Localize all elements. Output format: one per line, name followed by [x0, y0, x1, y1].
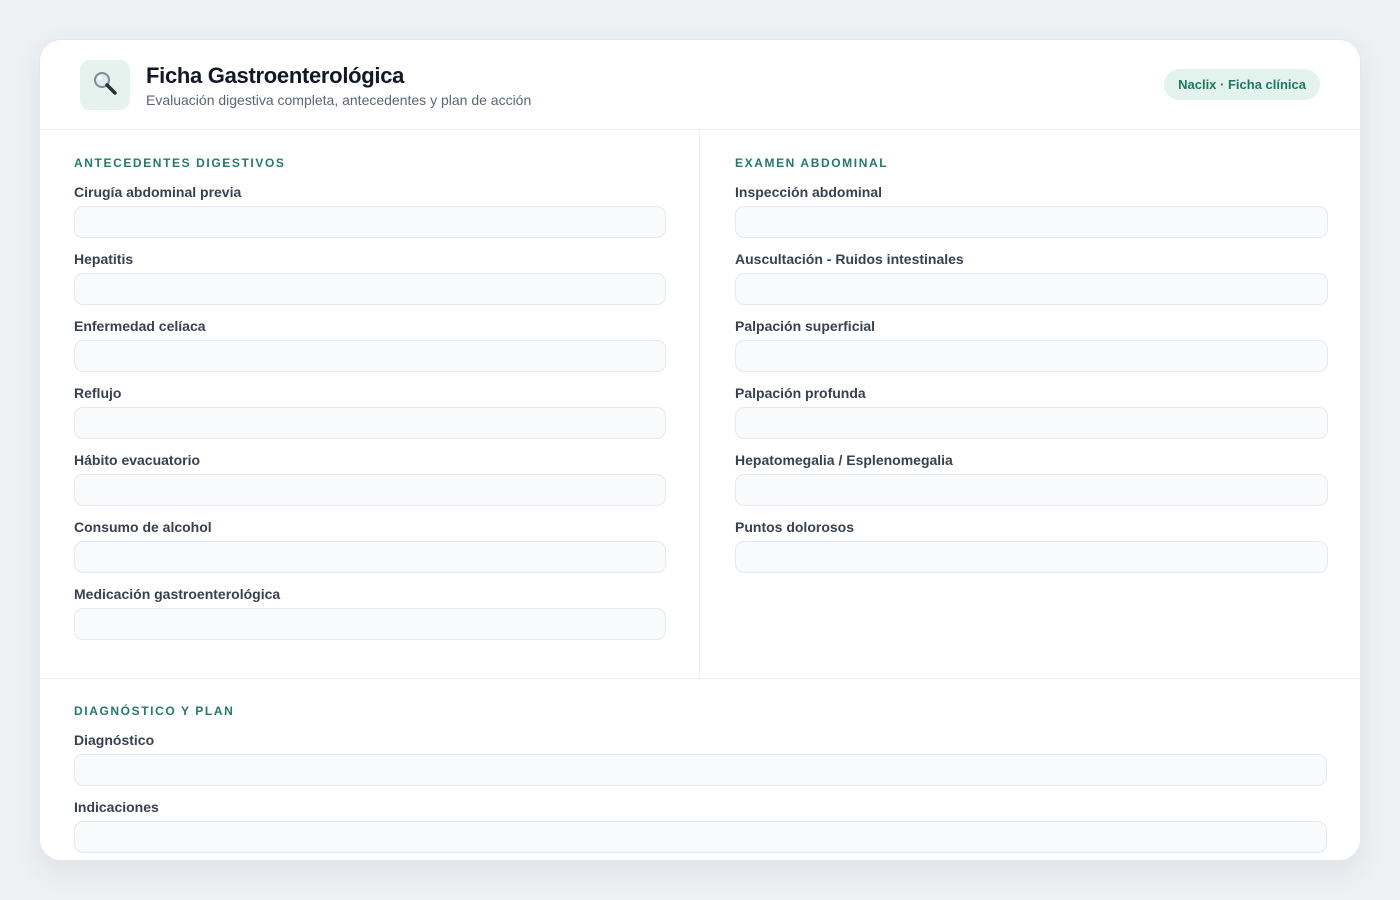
field-puntos-dolorosos: Puntos dolorosos [735, 517, 1328, 573]
section-title: DIAGNÓSTICO Y PLAN [74, 704, 235, 718]
field-label: Hepatitis [74, 251, 134, 267]
cirugia-input[interactable] [74, 206, 666, 238]
field-label: Hepatomegalia / Esplenomegalia [735, 452, 953, 468]
field-alcohol: Consumo de alcohol [74, 517, 666, 573]
field-hepatitis: Hepatitis [74, 249, 666, 305]
field-medicacion: Medicación gastroenterológica [74, 584, 666, 640]
field-auscultacion: Auscultación - Ruidos intestinales [735, 249, 1328, 305]
palpacion-profunda-input[interactable] [735, 407, 1328, 439]
inspeccion-input[interactable] [735, 206, 1328, 238]
field-habito: Hábito evacuatorio [74, 450, 666, 506]
reflujo-input[interactable] [74, 407, 666, 439]
celiaca-input[interactable] [74, 340, 666, 372]
field-label: Enfermedad celíaca [74, 318, 206, 334]
diagnostico-input[interactable] [74, 754, 1327, 786]
section-title: ANTECEDENTES DIGESTIVOS [74, 156, 286, 170]
puntos-dolorosos-input[interactable] [735, 541, 1328, 573]
magnifier-icon [91, 69, 119, 102]
field-indicaciones: Indicaciones [74, 797, 1327, 853]
field-cirugia: Cirugía abdominal previa [74, 182, 666, 238]
field-palpacion-superficial: Palpación superficial [735, 316, 1328, 372]
indicaciones-input[interactable] [74, 821, 1327, 853]
field-label: Hábito evacuatorio [74, 452, 201, 468]
field-label: Auscultación - Ruidos intestinales [735, 251, 964, 267]
field-label: Puntos dolorosos [735, 519, 854, 535]
field-reflujo: Reflujo [74, 383, 666, 439]
hepatitis-input[interactable] [74, 273, 666, 305]
examen-section: EXAMEN ABDOMINAL Inspección abdominal Au… [700, 130, 1360, 678]
field-label: Palpación superficial [735, 318, 876, 334]
form-header: Ficha Gastroenterológica Evaluación dige… [40, 40, 1360, 130]
medicacion-input[interactable] [74, 608, 666, 640]
field-label: Indicaciones [74, 799, 159, 815]
brand-badge: Naclix · Ficha clínica [1164, 69, 1320, 100]
field-label: Diagnóstico [74, 732, 155, 748]
hepatomegalia-input[interactable] [735, 474, 1328, 506]
clinical-form-card: Ficha Gastroenterológica Evaluación dige… [39, 39, 1361, 861]
field-hepatomegalia: Hepatomegalia / Esplenomegalia [735, 450, 1328, 506]
form-logo [80, 60, 130, 110]
field-diagnostico: Diagnóstico [74, 730, 1327, 786]
page-subtitle: Evaluación digestiva completa, anteceden… [146, 92, 532, 108]
field-label: Medicación gastroenterológica [74, 586, 281, 602]
section-title: EXAMEN ABDOMINAL [735, 156, 889, 170]
field-inspeccion: Inspección abdominal [735, 182, 1328, 238]
field-celiaca: Enfermedad celíaca [74, 316, 666, 372]
field-label: Cirugía abdominal previa [74, 184, 242, 200]
antecedentes-section: ANTECEDENTES DIGESTIVOS Cirugía abdomina… [40, 130, 700, 678]
diagnostico-section: DIAGNÓSTICO Y PLAN Diagnóstico Indicacio… [40, 678, 1360, 860]
field-palpacion-profunda: Palpación profunda [735, 383, 1328, 439]
field-label: Reflujo [74, 385, 122, 401]
field-label: Inspección abdominal [735, 184, 883, 200]
habito-input[interactable] [74, 474, 666, 506]
alcohol-input[interactable] [74, 541, 666, 573]
palpacion-superficial-input[interactable] [735, 340, 1328, 372]
auscultacion-input[interactable] [735, 273, 1328, 305]
page-title: Ficha Gastroenterológica [146, 63, 405, 88]
field-label: Palpación profunda [735, 385, 866, 401]
field-label: Consumo de alcohol [74, 519, 212, 535]
